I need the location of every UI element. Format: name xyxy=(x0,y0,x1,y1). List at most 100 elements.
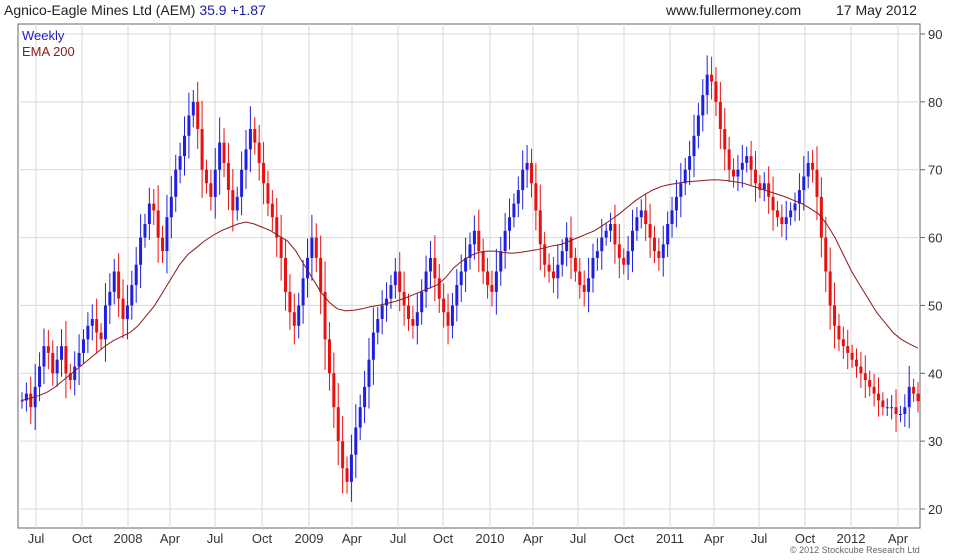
weekly-bar xyxy=(152,189,156,226)
bar-body xyxy=(609,224,613,231)
bar-body xyxy=(336,407,340,442)
price-chart: 20 30 40 50 60 70 80 90 Jul Oct 2008 Apr Jul Oct 2009… xyxy=(17,23,942,546)
weekly-bar xyxy=(811,150,815,183)
bar-body xyxy=(174,169,178,197)
bar-body xyxy=(617,244,621,258)
weekly-bar xyxy=(358,394,362,441)
weekly-bar xyxy=(455,269,459,322)
bar-body xyxy=(582,285,586,292)
bar-body xyxy=(894,407,898,414)
bar-body xyxy=(727,149,731,170)
bar-body xyxy=(389,285,393,299)
y-tick-label: 50 xyxy=(928,298,942,313)
bar-body xyxy=(112,271,116,292)
weekly-bar xyxy=(587,257,591,313)
weekly-bar xyxy=(310,214,314,281)
weekly-bar xyxy=(38,352,42,402)
weekly-bar xyxy=(696,102,700,149)
weekly-bar xyxy=(323,261,327,370)
weekly-bar xyxy=(595,238,599,271)
bar-body xyxy=(841,339,845,347)
bar-body xyxy=(55,359,59,374)
weekly-bar xyxy=(806,151,810,189)
bar-body xyxy=(169,196,173,218)
weekly-bar xyxy=(393,257,397,299)
weekly-bar xyxy=(512,193,516,228)
bar-body xyxy=(218,142,222,170)
bar-body xyxy=(455,285,459,306)
x-tick-label: Oct xyxy=(252,531,273,546)
weekly-bar xyxy=(367,338,371,409)
bar-body xyxy=(710,74,714,82)
weekly-bar xyxy=(464,237,468,292)
weekly-bar xyxy=(380,290,384,335)
weekly-bar xyxy=(477,209,481,273)
bar-body xyxy=(622,257,626,265)
weekly-bar xyxy=(415,293,419,345)
bar-body xyxy=(648,224,652,238)
bar-body xyxy=(477,230,481,252)
bar-body xyxy=(231,190,235,211)
bar-body xyxy=(213,169,217,197)
weekly-bar xyxy=(284,238,288,311)
weekly-bar xyxy=(828,247,832,330)
bar-body xyxy=(508,217,512,231)
weekly-bar xyxy=(354,404,358,479)
weekly-bar xyxy=(508,198,512,250)
weekly-bar xyxy=(569,216,573,279)
weekly-bar xyxy=(420,279,424,325)
weekly-bar xyxy=(573,247,577,282)
weekly-bar xyxy=(472,215,476,260)
weekly-bar xyxy=(275,197,279,257)
weekly-bar xyxy=(24,382,28,412)
weekly-bar xyxy=(174,154,178,212)
bar-body xyxy=(674,196,678,211)
bar-body xyxy=(95,319,99,333)
legend-weekly: Weekly xyxy=(22,28,65,43)
bar-body xyxy=(872,386,876,394)
weekly-bar xyxy=(833,282,837,349)
weekly-bar xyxy=(165,194,169,274)
bar-body xyxy=(635,217,639,231)
weekly-bar xyxy=(718,81,722,150)
bar-body xyxy=(802,176,806,191)
bar-body xyxy=(77,352,81,367)
weekly-bar xyxy=(903,394,907,427)
weekly-bar xyxy=(538,184,542,271)
bar-body xyxy=(196,101,200,129)
bar-body xyxy=(248,129,252,150)
bar-body xyxy=(253,129,257,143)
bar-body xyxy=(732,169,736,177)
bar-body xyxy=(81,339,85,353)
weekly-bar xyxy=(68,363,72,390)
weekly-bar xyxy=(793,192,797,222)
weekly-bar xyxy=(178,142,182,184)
bar-body xyxy=(811,162,815,170)
bar-body xyxy=(204,169,208,184)
bar-body xyxy=(701,95,705,116)
weekly-bar xyxy=(881,392,885,416)
bar-body xyxy=(591,257,595,279)
weekly-bar xyxy=(591,243,595,293)
bar-body xyxy=(723,129,727,150)
bar-body xyxy=(257,142,261,163)
weekly-bar xyxy=(341,416,345,494)
weekly-bar xyxy=(674,179,678,228)
bar-body xyxy=(529,162,533,184)
weekly-bar xyxy=(147,187,151,240)
weekly-bar xyxy=(683,157,687,196)
weekly-bar xyxy=(797,173,801,221)
bar-body xyxy=(433,257,437,279)
bar-body xyxy=(358,407,362,428)
weekly-bar xyxy=(73,351,77,396)
bar-body xyxy=(183,135,187,157)
weekly-bar xyxy=(297,292,301,339)
bar-body xyxy=(626,251,630,265)
bar-body xyxy=(301,278,305,306)
bar-body xyxy=(775,210,779,218)
weekly-bar xyxy=(121,279,125,339)
weekly-bar xyxy=(789,202,793,226)
weekly-bar xyxy=(740,144,744,188)
weekly-bar xyxy=(617,224,621,279)
weekly-bar xyxy=(209,169,213,211)
